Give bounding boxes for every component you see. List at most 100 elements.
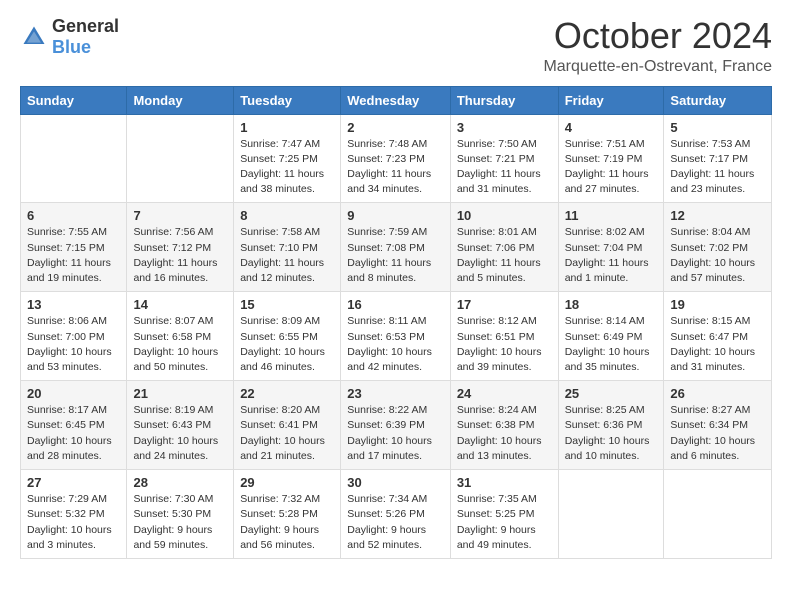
logo-general: General [52,16,119,36]
week-row-4: 20 Sunrise: 8:17 AMSunset: 6:45 PMDayligh… [21,381,772,470]
cell-content: Sunrise: 8:04 AMSunset: 7:02 PMDaylight:… [670,226,755,284]
cell-content: Sunrise: 8:09 AMSunset: 6:55 PMDaylight:… [240,315,325,373]
col-tuesday: Tuesday [234,86,341,114]
day-number: 28 [133,475,227,490]
cell-content: Sunrise: 7:58 AMSunset: 7:10 PMDaylight:… [240,226,324,284]
day-number: 15 [240,297,334,312]
day-number: 26 [670,386,765,401]
day-number: 16 [347,297,444,312]
calendar-cell: 5 Sunrise: 7:53 AMSunset: 7:17 PMDaylight… [664,114,772,203]
logo-blue: Blue [52,37,91,57]
calendar-cell [558,470,664,559]
cell-content: Sunrise: 7:47 AMSunset: 7:25 PMDaylight:… [240,138,324,196]
cell-content: Sunrise: 7:53 AMSunset: 7:17 PMDaylight:… [670,138,754,196]
cell-content: Sunrise: 8:15 AMSunset: 6:47 PMDaylight:… [670,315,755,373]
calendar-cell: 7Sunrise: 7:56 AMSunset: 7:12 PMDaylight… [127,203,234,292]
calendar-cell [127,114,234,203]
col-monday: Monday [127,86,234,114]
calendar-cell: 1Sunrise: 7:47 AMSunset: 7:25 PMDaylight… [234,114,341,203]
day-number: 24 [457,386,552,401]
day-number: 3 [457,120,552,135]
calendar-cell: 16 Sunrise: 8:11 AMSunset: 6:53 PMDayligh… [341,292,451,381]
page: General Blue October 2024 Marquette-en-O… [0,0,792,579]
cell-content: Sunrise: 8:24 AMSunset: 6:38 PMDaylight:… [457,404,542,462]
calendar-cell [21,114,127,203]
day-number: 14 [133,297,227,312]
logo: General Blue [20,16,119,58]
calendar-cell: 10 Sunrise: 8:01 AMSunset: 7:06 PMDayligh… [450,203,558,292]
cell-content: Sunrise: 8:06 AMSunset: 7:00 PMDaylight:… [27,315,112,373]
calendar-cell: 25Sunrise: 8:25 AMSunset: 6:36 PMDayligh… [558,381,664,470]
day-number: 6 [27,208,120,223]
cell-content: Sunrise: 8:25 AMSunset: 6:36 PMDaylight:… [565,404,650,462]
col-saturday: Saturday [664,86,772,114]
day-number: 9 [347,208,444,223]
day-number: 11 [565,208,658,223]
cell-content: Sunrise: 7:48 AMSunset: 7:23 PMDaylight:… [347,138,431,196]
day-number: 18 [565,297,658,312]
cell-content: Sunrise: 8:12 AMSunset: 6:51 PMDaylight:… [457,315,542,373]
col-friday: Friday [558,86,664,114]
calendar-cell: 15 Sunrise: 8:09 AMSunset: 6:55 PMDayligh… [234,292,341,381]
day-number: 12 [670,208,765,223]
cell-content: Sunrise: 8:19 AMSunset: 6:43 PMDaylight:… [133,404,218,462]
cell-content: Sunrise: 8:17 AMSunset: 6:45 PMDaylight:… [27,404,112,462]
day-number: 8 [240,208,334,223]
calendar-cell: 31 Sunrise: 7:35 AMSunset: 5:25 PMDayligh… [450,470,558,559]
cell-content: Sunrise: 8:01 AMSunset: 7:06 PMDaylight:… [457,226,541,284]
cell-content: Sunrise: 7:29 AMSunset: 5:32 PMDaylight:… [27,493,112,551]
cell-content: Sunrise: 8:20 AMSunset: 6:41 PMDaylight:… [240,404,325,462]
cell-content: Sunrise: 8:11 AMSunset: 6:53 PMDaylight:… [347,315,432,373]
week-row-1: 1Sunrise: 7:47 AMSunset: 7:25 PMDaylight… [21,114,772,203]
cell-content: Sunrise: 8:07 AMSunset: 6:58 PMDaylight:… [133,315,218,373]
calendar-cell: 28 Sunrise: 7:30 AMSunset: 5:30 PMDayligh… [127,470,234,559]
calendar-cell: 14 Sunrise: 8:07 AMSunset: 6:58 PMDayligh… [127,292,234,381]
col-sunday: Sunday [21,86,127,114]
day-number: 17 [457,297,552,312]
calendar-cell: 12 Sunrise: 8:04 AMSunset: 7:02 PMDayligh… [664,203,772,292]
cell-content: Sunrise: 7:32 AMSunset: 5:28 PMDaylight:… [240,493,320,551]
day-number: 10 [457,208,552,223]
cell-content: Sunrise: 7:35 AMSunset: 5:25 PMDaylight:… [457,493,537,551]
cell-content: Sunrise: 7:34 AMSunset: 5:26 PMDaylight:… [347,493,427,551]
calendar-cell: 4Sunrise: 7:51 AMSunset: 7:19 PMDaylight… [558,114,664,203]
week-row-2: 6 Sunrise: 7:55 AMSunset: 7:15 PMDaylight… [21,203,772,292]
calendar-cell: 17 Sunrise: 8:12 AMSunset: 6:51 PMDayligh… [450,292,558,381]
calendar-cell: 18Sunrise: 8:14 AMSunset: 6:49 PMDayligh… [558,292,664,381]
calendar-cell: 21Sunrise: 8:19 AMSunset: 6:43 PMDayligh… [127,381,234,470]
calendar-cell: 22 Sunrise: 8:20 AMSunset: 6:41 PMDayligh… [234,381,341,470]
calendar-cell: 27 Sunrise: 7:29 AMSunset: 5:32 PMDayligh… [21,470,127,559]
week-row-3: 13 Sunrise: 8:06 AMSunset: 7:00 PMDayligh… [21,292,772,381]
calendar-cell: 3 Sunrise: 7:50 AMSunset: 7:21 PMDaylight… [450,114,558,203]
day-number: 31 [457,475,552,490]
cell-content: Sunrise: 7:55 AMSunset: 7:15 PMDaylight:… [27,226,111,284]
calendar-cell: 23Sunrise: 8:22 AMSunset: 6:39 PMDayligh… [341,381,451,470]
day-number: 20 [27,386,120,401]
day-number: 30 [347,475,444,490]
calendar-cell: 2 Sunrise: 7:48 AMSunset: 7:23 PMDaylight… [341,114,451,203]
cell-content: Sunrise: 7:50 AMSunset: 7:21 PMDaylight:… [457,138,541,196]
day-number: 22 [240,386,334,401]
month-title: October 2024 [543,16,772,56]
calendar-cell: 30 Sunrise: 7:34 AMSunset: 5:26 PMDayligh… [341,470,451,559]
day-number: 4 [565,120,658,135]
day-number: 13 [27,297,120,312]
calendar-cell: 13 Sunrise: 8:06 AMSunset: 7:00 PMDayligh… [21,292,127,381]
header: General Blue October 2024 Marquette-en-O… [20,16,772,76]
calendar-cell: 26 Sunrise: 8:27 AMSunset: 6:34 PMDayligh… [664,381,772,470]
calendar-cell: 11Sunrise: 8:02 AMSunset: 7:04 PMDayligh… [558,203,664,292]
day-number: 5 [670,120,765,135]
cell-content: Sunrise: 7:30 AMSunset: 5:30 PMDaylight:… [133,493,213,551]
day-number: 27 [27,475,120,490]
calendar-cell [664,470,772,559]
week-row-5: 27 Sunrise: 7:29 AMSunset: 5:32 PMDayligh… [21,470,772,559]
day-number: 2 [347,120,444,135]
calendar-cell: 9 Sunrise: 7:59 AMSunset: 7:08 PMDaylight… [341,203,451,292]
calendar-cell: 8 Sunrise: 7:58 AMSunset: 7:10 PMDaylight… [234,203,341,292]
day-number: 7 [133,208,227,223]
cell-content: Sunrise: 8:27 AMSunset: 6:34 PMDaylight:… [670,404,755,462]
cell-content: Sunrise: 7:59 AMSunset: 7:08 PMDaylight:… [347,226,431,284]
location-title: Marquette-en-Ostrevant, France [543,58,772,76]
col-wednesday: Wednesday [341,86,451,114]
cell-content: Sunrise: 8:22 AMSunset: 6:39 PMDaylight:… [347,404,432,462]
